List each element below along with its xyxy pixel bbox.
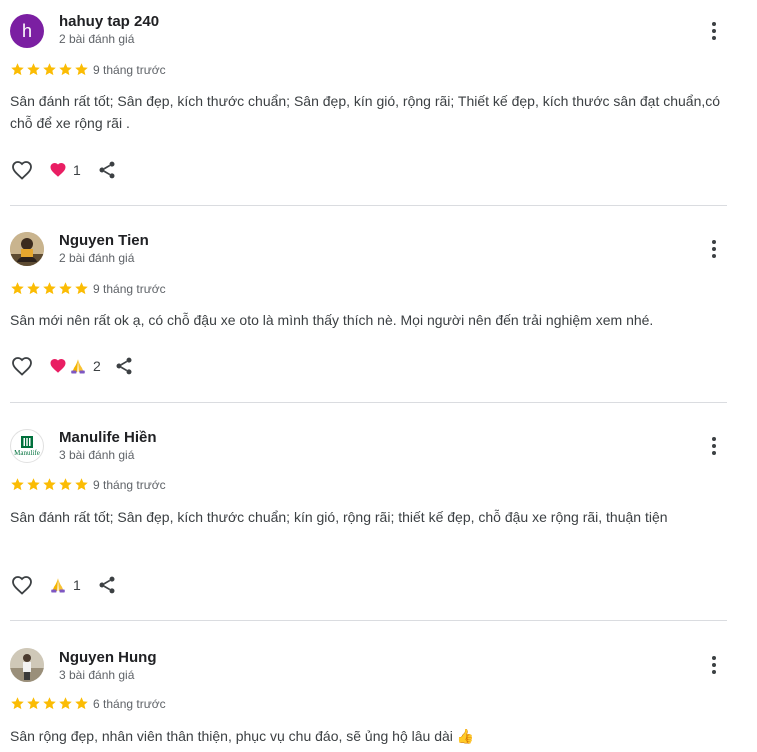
pray-reaction-icon <box>71 359 85 374</box>
more-vert-icon <box>712 240 716 258</box>
review-count: 2 bài đánh giá <box>59 32 135 46</box>
avatar-letter: h <box>21 20 32 41</box>
review-time: 9 tháng trước <box>93 478 166 492</box>
star-icon <box>75 282 88 295</box>
review-card: Nguyen Hung 3 bài đánh giá 6 tháng trước… <box>0 621 757 752</box>
more-options-button[interactable] <box>703 20 725 42</box>
review-card: Nguyen Tien 2 bài đánh giá 9 tháng trước… <box>0 206 757 402</box>
share-button[interactable] <box>114 355 136 377</box>
more-options-button[interactable] <box>703 238 725 260</box>
reactions[interactable]: 2 <box>49 356 101 376</box>
like-button[interactable] <box>10 158 34 182</box>
review-text: Sân mới nên rất ok ạ, có chỗ đậu xe oto … <box>10 312 654 328</box>
review-count: 3 bài đánh giá <box>59 448 135 462</box>
heart-outline-icon <box>12 357 32 376</box>
share-icon <box>116 357 132 375</box>
share-button[interactable] <box>97 159 119 181</box>
heart-outline-icon <box>12 576 32 595</box>
heart-outline-icon <box>12 161 32 180</box>
more-vert-icon <box>712 437 716 455</box>
avatar[interactable]: Manulife <box>10 429 44 463</box>
share-button[interactable] <box>97 574 119 596</box>
reactions[interactable]: 1 <box>49 575 81 595</box>
star-icon <box>75 697 88 710</box>
heart-reaction-icon <box>50 162 66 177</box>
review-time: 9 tháng trước <box>93 63 166 77</box>
star-icon <box>27 478 40 491</box>
avatar-logo-text: Manulife <box>14 449 40 457</box>
star-icon <box>11 282 24 295</box>
share-icon <box>99 576 115 594</box>
reviewer-name[interactable]: Nguyen Tien <box>59 232 149 249</box>
star-rating <box>10 281 89 296</box>
review-time: 9 tháng trước <box>93 282 166 296</box>
star-icon <box>75 478 88 491</box>
reviewer-name[interactable]: Manulife Hiền <box>59 429 157 446</box>
star-icon <box>75 63 88 76</box>
review-count: 2 bài đánh giá <box>59 251 135 265</box>
heart-reaction-icon <box>50 358 66 373</box>
more-options-button[interactable] <box>703 654 725 676</box>
star-icon <box>59 63 72 76</box>
avatar[interactable]: h <box>10 14 44 48</box>
share-icon <box>99 161 115 179</box>
star-icon <box>43 697 56 710</box>
like-button[interactable] <box>10 573 34 597</box>
star-icon <box>43 63 56 76</box>
star-icon <box>11 478 24 491</box>
reaction-count: 2 <box>93 358 101 374</box>
review-count: 3 bài đánh giá <box>59 668 135 682</box>
star-icon <box>59 478 72 491</box>
avatar-photo <box>10 232 44 266</box>
review-time: 6 tháng trước <box>93 697 166 711</box>
star-icon <box>43 282 56 295</box>
star-icon <box>11 697 24 710</box>
manulife-logo-icon <box>21 436 33 448</box>
reactions[interactable]: 1 <box>49 160 81 180</box>
reviewer-name[interactable]: hahuy tap 240 <box>59 13 159 30</box>
pray-reaction-icon <box>51 578 65 593</box>
star-rating <box>10 477 89 492</box>
review-text: Sân đánh rất tốt; Sân đẹp, kích thước ch… <box>10 509 668 525</box>
reviewer-name[interactable]: Nguyen Hung <box>59 649 157 666</box>
avatar-photo <box>10 648 44 682</box>
more-vert-icon <box>712 22 716 40</box>
star-icon <box>27 697 40 710</box>
avatar[interactable] <box>10 648 44 682</box>
more-options-button[interactable] <box>703 435 725 457</box>
star-icon <box>59 282 72 295</box>
star-icon <box>11 63 24 76</box>
star-rating <box>10 62 89 77</box>
reaction-count: 1 <box>73 162 81 178</box>
more-vert-icon <box>712 656 716 674</box>
star-rating <box>10 696 89 711</box>
avatar[interactable] <box>10 232 44 266</box>
star-icon <box>27 63 40 76</box>
review-card: h hahuy tap 240 2 bài đánh giá 9 tháng t… <box>0 0 757 205</box>
review-card: Manulife Manulife Hiền 3 bài đánh giá 9 … <box>0 403 757 620</box>
star-icon <box>43 478 56 491</box>
reaction-count: 1 <box>73 577 81 593</box>
review-text: Sân đánh rất tốt; Sân đẹp, kích thước ch… <box>10 93 721 131</box>
like-button[interactable] <box>10 354 34 378</box>
review-text: Sân rộng đẹp, nhân viên thân thiện, phục… <box>10 728 475 744</box>
star-icon <box>59 697 72 710</box>
star-icon <box>27 282 40 295</box>
